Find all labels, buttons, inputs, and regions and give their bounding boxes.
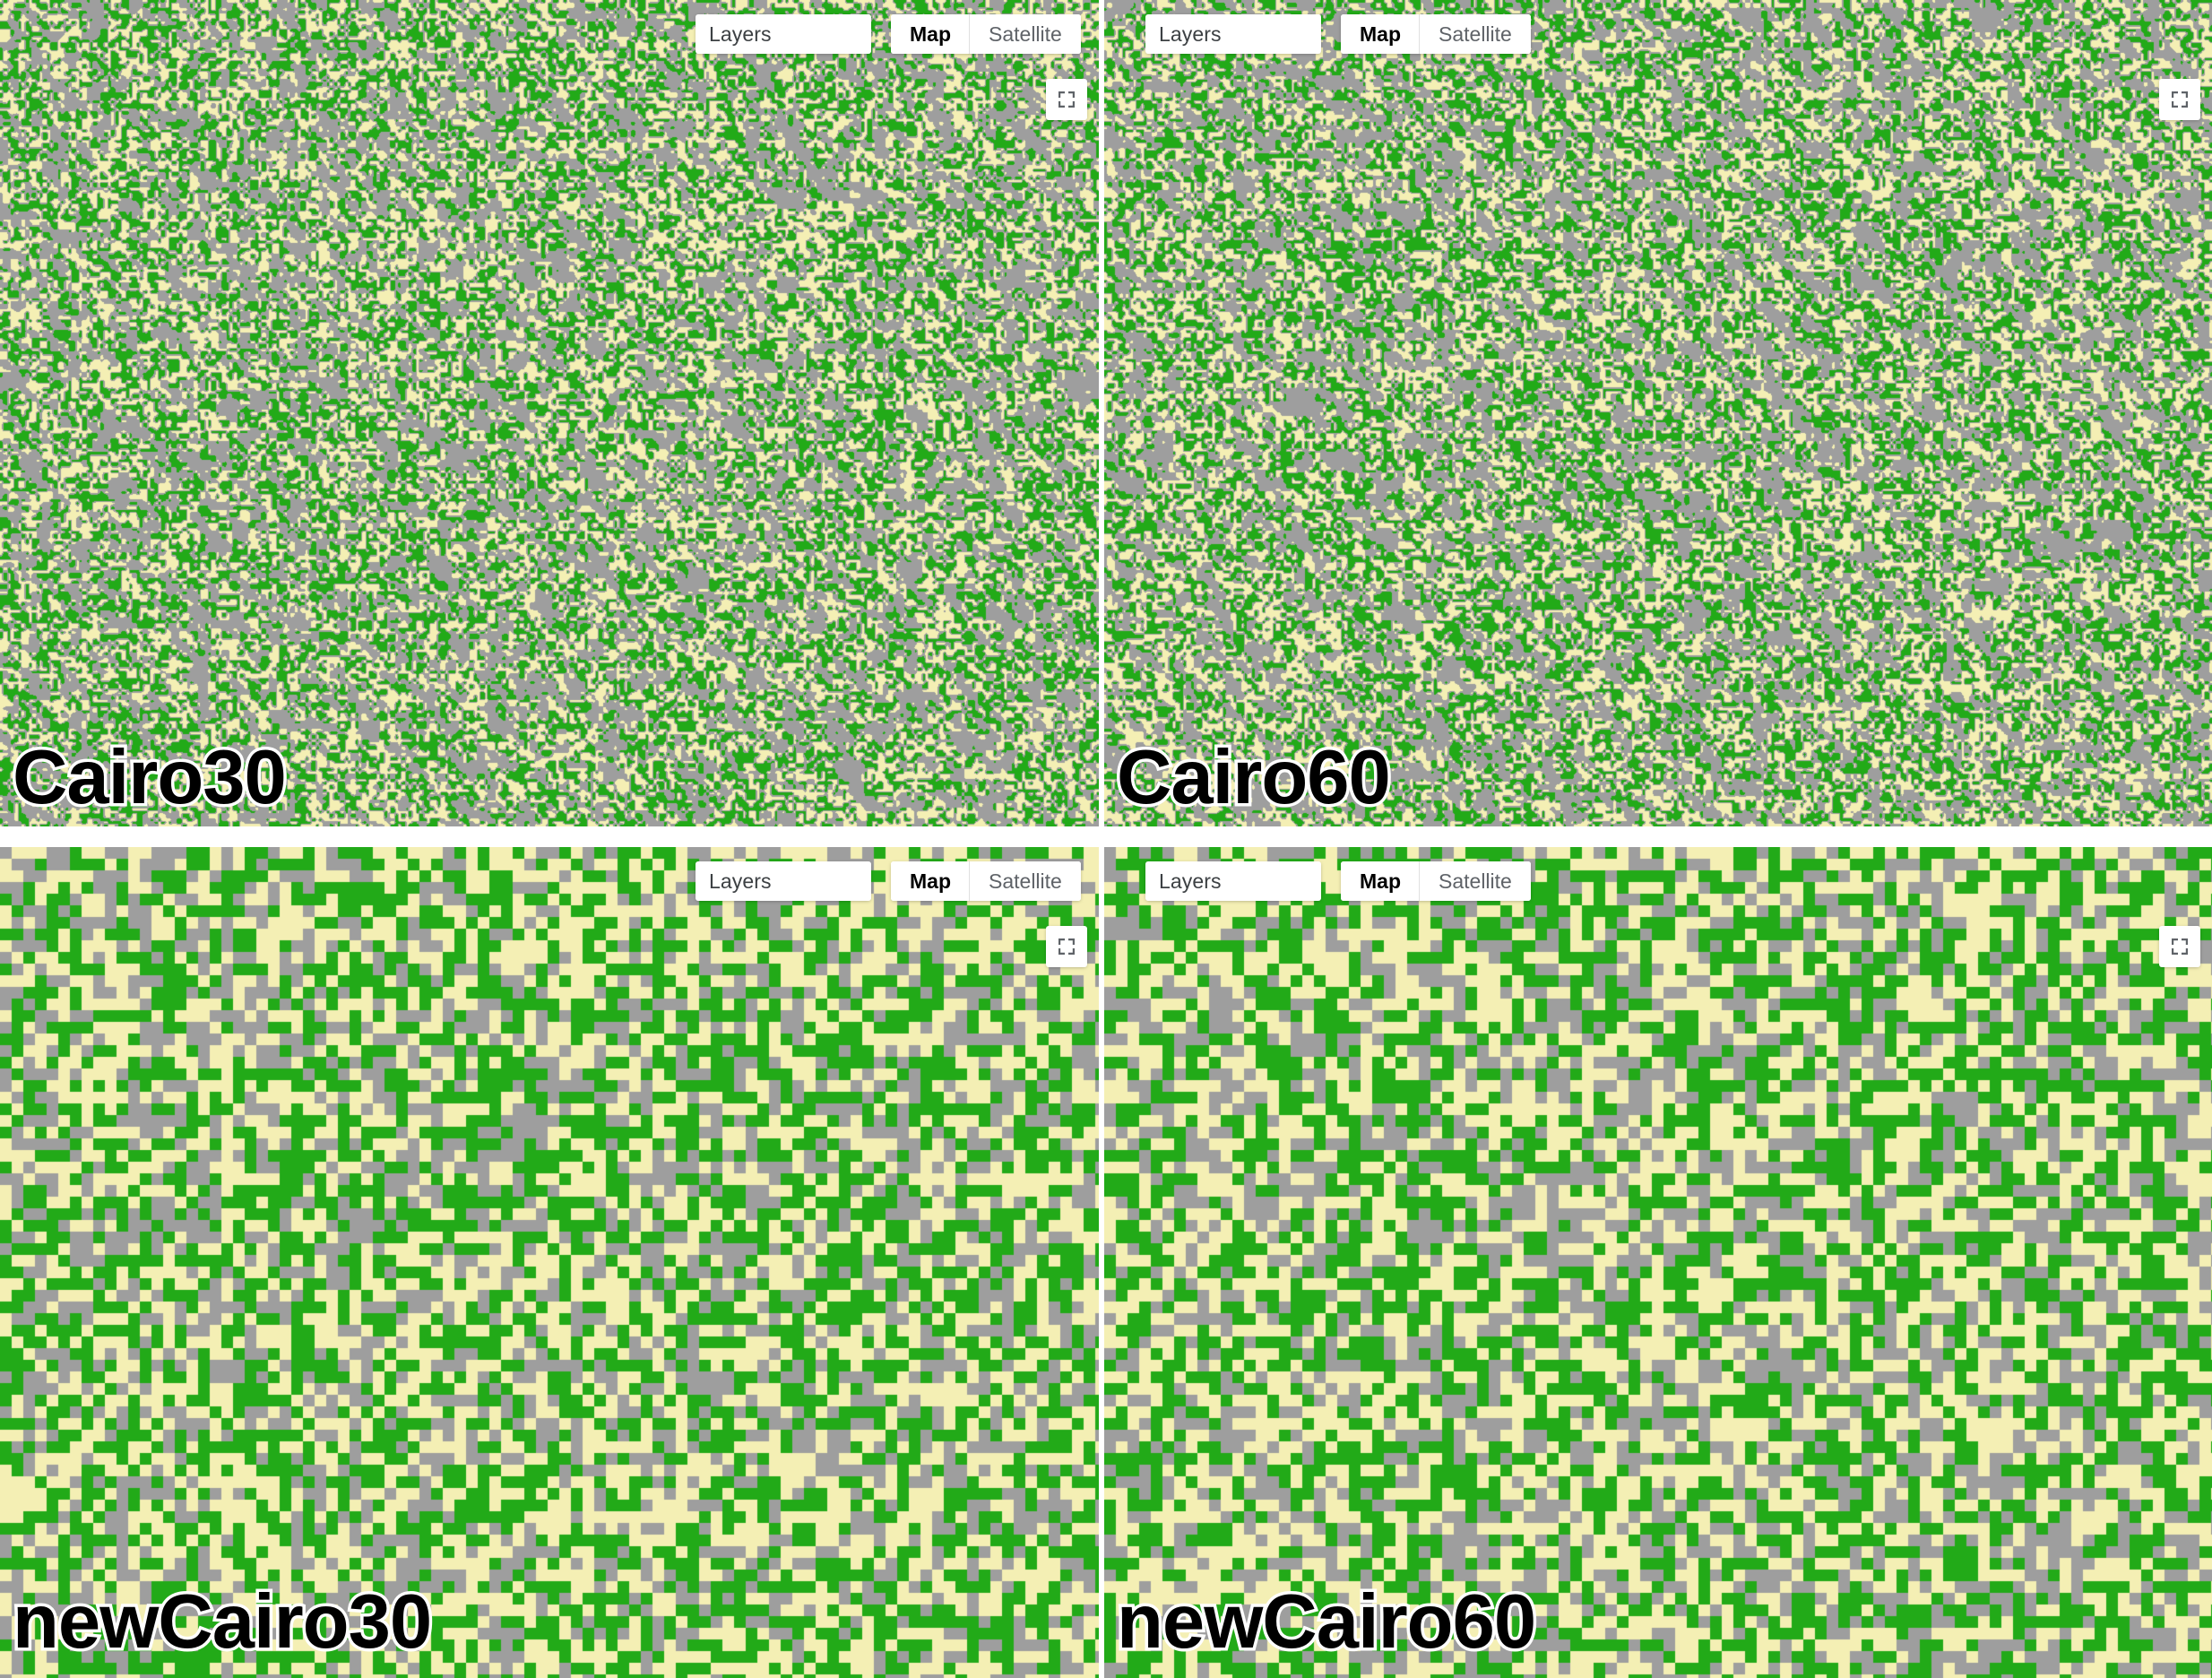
- layers-label: Layers: [709, 22, 772, 46]
- fullscreen-icon: [1058, 91, 1075, 108]
- map-panel-newcairo30[interactable]: Layers Map Satellite newCairo30: [0, 847, 1099, 1678]
- map-canvas-cairo60[interactable]: [1104, 0, 2212, 826]
- map-comparison-grid: Layers Map Satellite Cairo30 Layers Map …: [0, 0, 2212, 1678]
- panel-label-cairo60: Cairo60: [1114, 735, 1395, 820]
- fullscreen-icon: [1058, 938, 1075, 955]
- fullscreen-icon: [2172, 938, 2188, 955]
- fullscreen-button[interactable]: [2159, 926, 2200, 967]
- layers-button[interactable]: Layers: [1145, 14, 1321, 54]
- layers-label: Layers: [709, 869, 772, 893]
- layers-button[interactable]: Layers: [1145, 861, 1321, 901]
- maptype-map-button[interactable]: Map: [1341, 14, 1420, 54]
- layers-label: Layers: [1159, 22, 1222, 46]
- maptype-map-button[interactable]: Map: [891, 14, 970, 54]
- maptype-satellite-button[interactable]: Satellite: [1420, 14, 1531, 54]
- layers-button[interactable]: Layers: [696, 861, 871, 901]
- maptype-toggle[interactable]: Map Satellite: [1341, 14, 1531, 54]
- map-canvas-cairo30[interactable]: [0, 0, 1099, 826]
- panel-label-newcairo60: newCairo60: [1113, 1579, 1539, 1665]
- maptype-map-button[interactable]: Map: [891, 861, 970, 901]
- maptype-toggle[interactable]: Map Satellite: [1341, 861, 1531, 901]
- map-canvas-newcairo30[interactable]: [0, 847, 1099, 1678]
- maptype-satellite-button[interactable]: Satellite: [970, 14, 1081, 54]
- layers-label: Layers: [1159, 869, 1222, 893]
- map-panel-cairo60[interactable]: Layers Map Satellite Cairo60: [1104, 0, 2212, 826]
- fullscreen-icon: [2172, 91, 2188, 108]
- map-panel-newcairo60[interactable]: Layers Map Satellite newCairo60: [1104, 847, 2212, 1678]
- maptype-toggle[interactable]: Map Satellite: [891, 861, 1081, 901]
- layers-button[interactable]: Layers: [696, 14, 871, 54]
- fullscreen-button[interactable]: [2159, 79, 2200, 120]
- maptype-satellite-button[interactable]: Satellite: [1420, 861, 1531, 901]
- map-controls-top: Layers Map Satellite: [1145, 861, 1531, 901]
- panel-label-cairo30: Cairo30: [10, 735, 290, 820]
- map-canvas-newcairo60[interactable]: [1104, 847, 2212, 1678]
- maptype-toggle[interactable]: Map Satellite: [891, 14, 1081, 54]
- map-panel-cairo30[interactable]: Layers Map Satellite Cairo30: [0, 0, 1099, 826]
- map-controls-top: Layers Map Satellite: [696, 861, 1081, 901]
- fullscreen-button[interactable]: [1046, 79, 1087, 120]
- map-controls-top: Layers Map Satellite: [1145, 14, 1531, 54]
- maptype-satellite-button[interactable]: Satellite: [970, 861, 1081, 901]
- maptype-map-button[interactable]: Map: [1341, 861, 1420, 901]
- panel-label-newcairo30: newCairo30: [9, 1579, 435, 1665]
- fullscreen-button[interactable]: [1046, 926, 1087, 967]
- map-controls-top: Layers Map Satellite: [696, 14, 1081, 54]
